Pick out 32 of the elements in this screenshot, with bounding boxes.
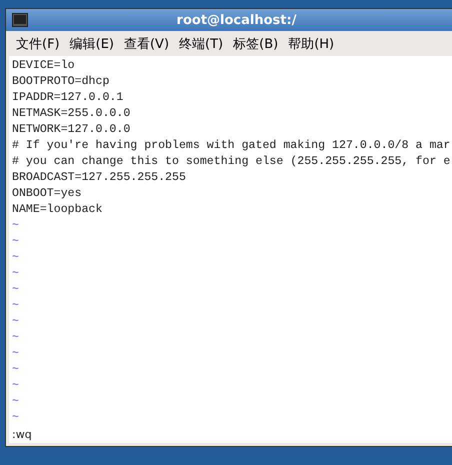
text-line: BOOTPROTO=dhcp	[12, 74, 110, 90]
menu-item[interactable]: 查看(V)	[124, 34, 170, 52]
empty-line-marker: ~	[12, 346, 20, 362]
menu-item[interactable]: 编辑(E)	[70, 34, 114, 52]
empty-line-marker: ~	[12, 394, 20, 410]
empty-line-marker: ~	[12, 234, 20, 250]
text-line: NAME=loopback	[12, 202, 104, 218]
menu-item[interactable]: 帮助(H)	[288, 34, 334, 52]
text-line: BROADCAST=127.255.255.255	[12, 170, 187, 186]
empty-line-marker: ~	[12, 266, 20, 282]
text-line: DEVICE=lo	[12, 58, 76, 74]
menu-item[interactable]: 标签(B)	[233, 34, 278, 52]
text-line: NETMASK=255.0.0.0	[12, 106, 132, 122]
command-line: :wq	[12, 428, 32, 442]
text-line: NETWORK=127.0.0.0	[12, 122, 132, 138]
text-line: # you can change this to something else (255.255.255.255, for e	[12, 154, 452, 170]
menu-item[interactable]: 文件(F)	[16, 34, 60, 52]
terminal-icon[interactable]	[12, 13, 28, 27]
empty-line-marker: ~	[12, 314, 20, 330]
empty-line-marker: ~	[12, 378, 20, 394]
empty-line-marker: ~	[12, 410, 20, 426]
empty-line-marker: ~	[12, 218, 20, 234]
window-title: root@localhost:/	[176, 12, 298, 28]
empty-line-marker: ~	[12, 330, 20, 346]
empty-line-marker: ~	[12, 298, 20, 314]
text-line: ONBOOT=yes	[12, 186, 83, 202]
empty-line-marker: ~	[12, 250, 20, 266]
text-line: IPADDR=127.0.0.1	[12, 90, 124, 106]
empty-line-marker: ~	[12, 362, 20, 378]
menu-item[interactable]: 终端(T)	[179, 34, 224, 52]
empty-line-marker: ~	[12, 282, 20, 298]
text-line: # If you're having problems with gated making 127.0.0.0/8 a mar	[12, 138, 452, 154]
